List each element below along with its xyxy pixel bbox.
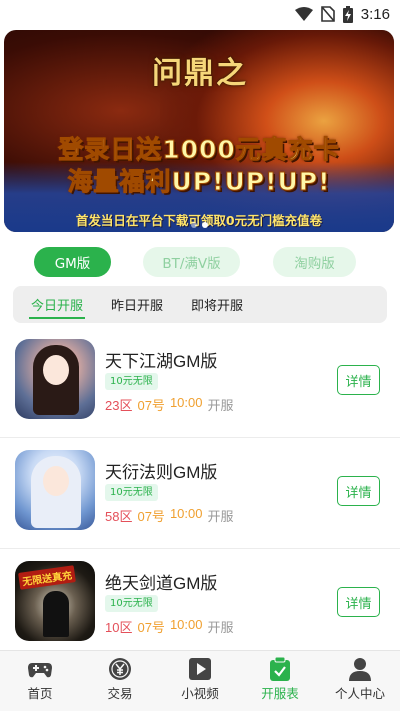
play-video-icon [188,657,212,681]
game-status: 开服 [207,620,234,635]
version-bt-button[interactable]: BT/满V版 [143,247,240,277]
status-time: 3:16 [360,5,390,23]
tab-today[interactable]: 今日开服 [19,286,95,323]
game-icon[interactable]: 无限送真充 [15,561,95,641]
version-gm-button[interactable]: GM版 [34,247,111,277]
game-time: 10:00 [169,395,203,410]
nav-trade-label: 交易 [107,686,133,701]
tab-yesterday[interactable]: 昨日开服 [99,286,175,323]
game-name: 天下江湖GM版 [105,352,218,371]
nav-home-label: 首页 [27,686,53,701]
banner-pager-dot-active[interactable] [201,222,208,228]
nav-schedule[interactable]: 开服表 [240,651,320,711]
game-tag: 10元无限 [105,373,158,390]
nav-schedule-label: 开服表 [261,686,299,701]
game-date: 07号 [137,620,165,635]
game-zone: 23区 [105,398,133,413]
game-tag: 10元无限 [105,595,158,612]
nav-trade[interactable]: 交易 [80,651,160,711]
banner-pager-dot[interactable] [190,222,197,228]
clipboard-check-icon [269,657,291,681]
status-bar: 3:16 [0,0,400,28]
detail-button[interactable]: 详情 [337,365,380,395]
no-sim-icon [320,6,335,22]
date-tabs: 今日开服 昨日开服 即将开服 [13,286,387,323]
nav-video-label: 小视频 [181,686,219,701]
game-time: 10:00 [169,506,203,521]
version-taogou-button[interactable]: 淘购版 [273,247,356,277]
wifi-icon [294,7,313,21]
nav-profile[interactable]: 个人中心 [320,651,400,711]
game-time: 10:00 [169,617,203,632]
game-icon-badge: 无限送真充 [18,565,76,590]
gamepad-icon [27,657,53,681]
game-date: 07号 [137,509,165,524]
user-icon [348,657,372,681]
banner-headline-2: 海量福利UP!UP!UP! [67,167,331,197]
game-zone: 58区 [105,509,133,524]
banner-headline-1: 登录日送1000元真充卡 [58,135,340,165]
version-filter: GM版 BT/满V版 淘购版 [0,247,400,279]
game-status: 开服 [207,509,234,524]
game-name: 绝天剑道GM版 [105,574,218,593]
detail-button[interactable]: 详情 [337,476,380,506]
list-item[interactable]: 无限送真充 绝天剑道GM版 10元无限 10区 07号 10:00 开服 详情 [0,550,400,660]
nav-home[interactable]: 首页 [0,651,80,711]
detail-button[interactable]: 详情 [337,587,380,617]
promo-banner[interactable]: 问鼎之 登录日送1000元真充卡 海量福利UP!UP!UP! 首发当日在平台下载… [4,30,394,232]
game-name: 天衍法则GM版 [105,463,218,482]
game-zone: 10区 [105,620,133,635]
nav-profile-label: 个人中心 [334,686,385,701]
list-item[interactable]: 天下江湖GM版 10元无限 23区 07号 10:00 开服 详情 [0,328,400,438]
game-schedule: 10区 07号 10:00 开服 [105,617,234,636]
game-icon[interactable] [15,339,95,419]
game-schedule: 58区 07号 10:00 开服 [105,506,234,525]
list-item[interactable]: 天衍法则GM版 10元无限 58区 07号 10:00 开服 详情 [0,439,400,549]
game-date: 07号 [137,398,165,413]
banner-game-logo: 问鼎之 [152,56,248,91]
game-status: 开服 [207,398,234,413]
banner-pager[interactable] [4,222,394,228]
game-schedule: 23区 07号 10:00 开服 [105,395,234,414]
tab-upcoming[interactable]: 即将开服 [179,286,255,323]
bottom-nav: 首页 交易 小视频 开服表 个人中心 [0,650,400,711]
nav-video[interactable]: 小视频 [160,651,240,711]
game-tag: 10元无限 [105,484,158,501]
coin-icon [108,657,132,681]
battery-charging-icon [342,5,353,23]
game-icon[interactable] [15,450,95,530]
